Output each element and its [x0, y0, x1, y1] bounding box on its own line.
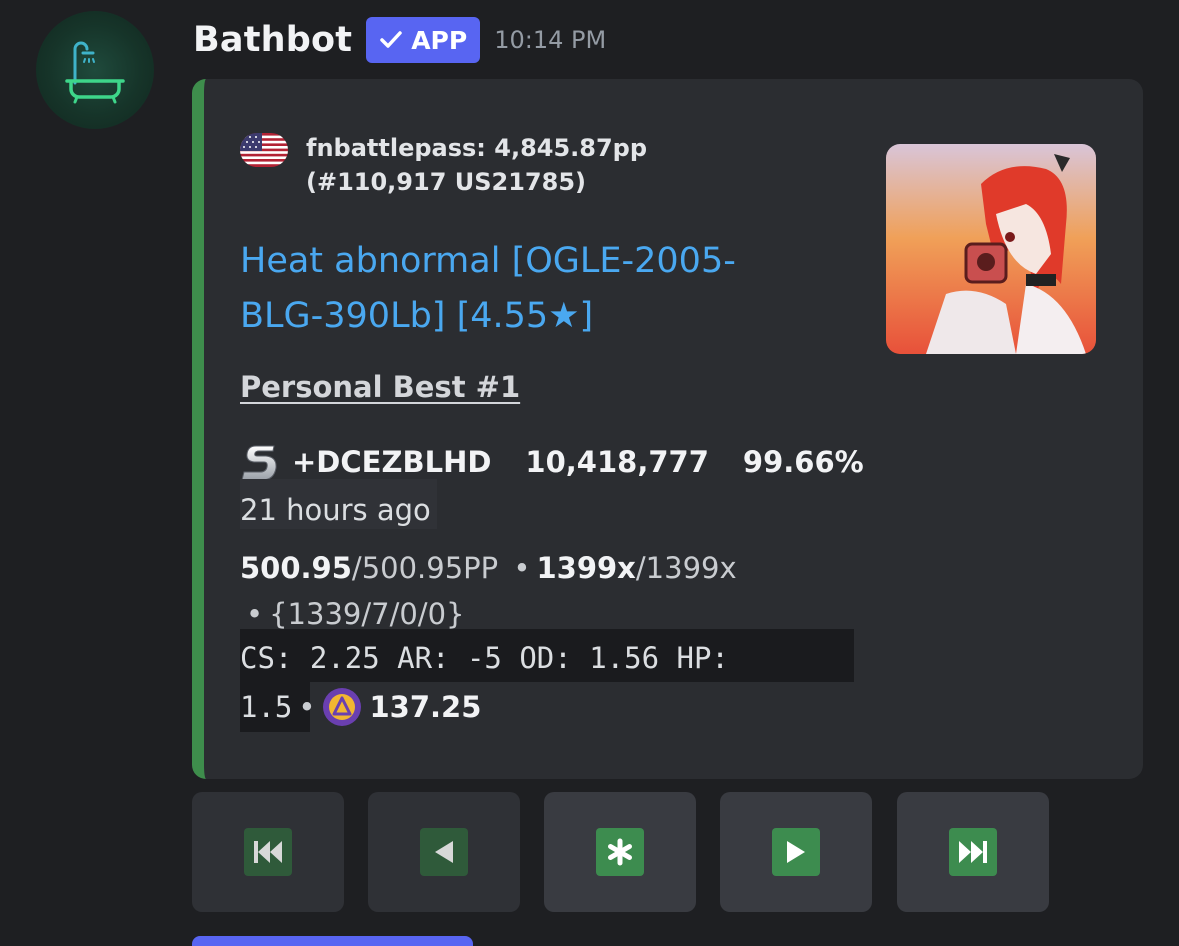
us-flag-icon: [240, 133, 288, 167]
beatmap-thumbnail[interactable]: [886, 144, 1096, 354]
bathtub-shower-icon: [65, 41, 125, 104]
mods-label: +DCEZBLHD: [292, 445, 492, 479]
asterisk-icon: [596, 828, 644, 876]
hp-value: 1.5: [240, 690, 293, 724]
score-embed: fnbattlepass: 4,845.87pp (#110,917 US217…: [192, 79, 1143, 779]
message-header: Bathbot APP 10:14 PM: [193, 14, 606, 66]
hit-counts: {1339/7/0/0}: [269, 597, 465, 631]
separator: •: [513, 551, 531, 585]
track-next-icon: [949, 828, 997, 876]
pp-max: /500.95PP: [351, 551, 499, 585]
arrow-backward-icon: [420, 828, 468, 876]
next-page-button[interactable]: [720, 792, 872, 912]
track-previous-icon: [244, 828, 292, 876]
first-page-button[interactable]: [192, 792, 344, 912]
combo-value: 1399x: [536, 551, 636, 585]
next-message-button-edge[interactable]: [192, 936, 473, 946]
app-badge-label: APP: [411, 25, 468, 55]
star-rating-value: 137.25: [369, 690, 482, 724]
accuracy-value: 99.66%: [742, 445, 864, 479]
score-summary: +DCEZBLHD 10,418,777 99.66%: [240, 440, 864, 484]
jump-page-button[interactable]: [544, 792, 696, 912]
score-value: 10,418,777: [525, 445, 709, 479]
app-badge: APP: [366, 17, 481, 63]
bot-username[interactable]: Bathbot: [193, 20, 352, 60]
difficulty-star-icon: [322, 688, 361, 726]
last-page-button[interactable]: [897, 792, 1049, 912]
separator: •: [246, 597, 264, 631]
combo-max: /1399x: [635, 551, 737, 585]
embed-author[interactable]: fnbattlepass: 4,845.87pp (#110,917 US217…: [240, 131, 770, 199]
field-personal-best: Personal Best #1: [240, 370, 521, 404]
map-stats-line-2: 1.5 • 137.25: [240, 684, 481, 730]
separator: •: [298, 690, 316, 724]
beatmap-title-link[interactable]: Heat abnormal [OGLE-2005-BLG-390Lb] [4.5…: [240, 234, 800, 344]
map-stats-line: CS: 2.25 AR: -5 OD: 1.56 HP:: [240, 641, 729, 675]
pp-value: 500.95: [240, 551, 352, 585]
checkmark-icon: [380, 31, 402, 48]
grade-s-icon: [241, 445, 277, 481]
arrow-forward-icon: [772, 828, 820, 876]
pp-combo-line: 500.95/500.95PP • 1399x/1399x • {1339/7/0/…: [240, 545, 800, 637]
previous-page-button[interactable]: [368, 792, 520, 912]
embed-author-name[interactable]: fnbattlepass: 4,845.87pp (#110,917 US217…: [306, 131, 770, 199]
message-timestamp[interactable]: 10:14 PM: [494, 26, 606, 54]
bot-avatar[interactable]: [36, 11, 154, 129]
relative-timestamp[interactable]: 21 hours ago: [240, 479, 437, 529]
